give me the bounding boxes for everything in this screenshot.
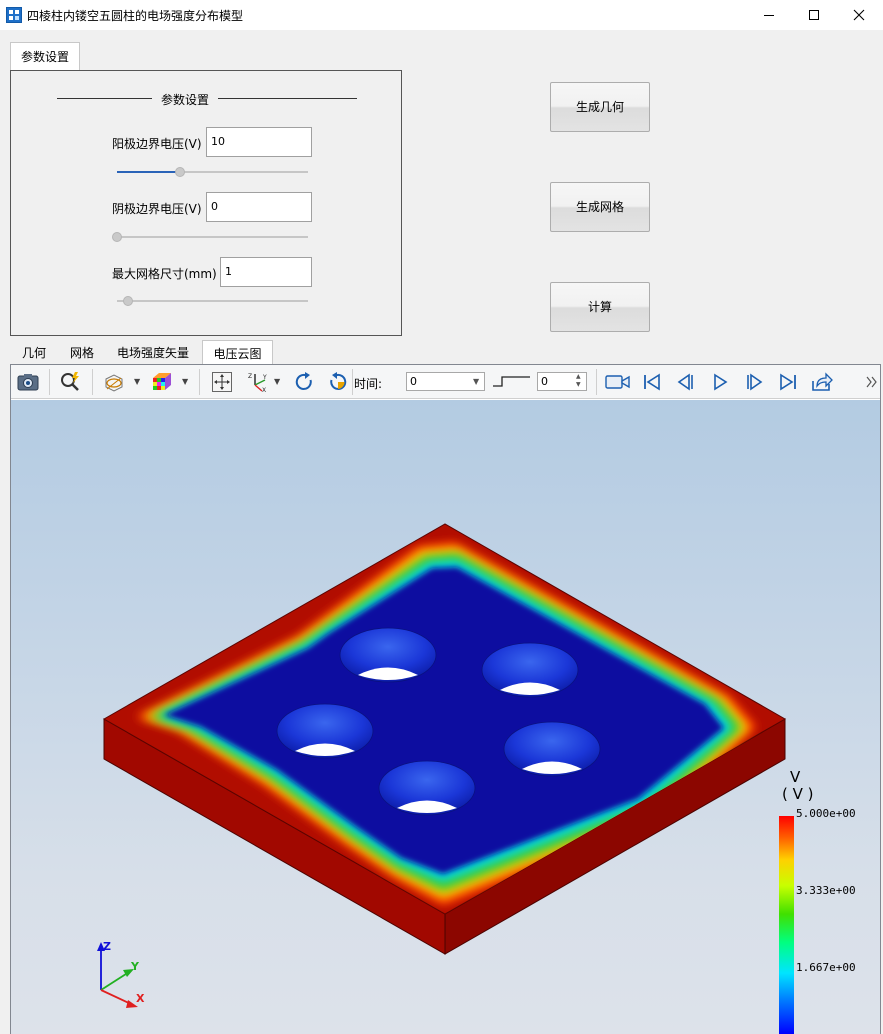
cathode-voltage-slider-thumb[interactable] xyxy=(112,232,122,242)
cathode-voltage-label: 阴极边界电压(V) xyxy=(112,202,202,216)
cathode-voltage-slider-track[interactable] xyxy=(117,236,308,238)
voltage-contour-plot: Z Y X xyxy=(97,523,794,1034)
toolbar-separator xyxy=(199,369,200,395)
axis-y-label: Y xyxy=(130,960,140,973)
maximize-button[interactable] xyxy=(791,0,837,30)
spin-up-icon[interactable]: ▲ xyxy=(576,373,581,381)
colormap-dropdown-icon[interactable]: ▼ xyxy=(182,378,190,386)
minimize-icon xyxy=(764,15,774,16)
rotate-cw-icon[interactable] xyxy=(292,370,316,394)
tab-field-vector[interactable]: 电场强度矢量 xyxy=(108,340,198,366)
time-select-arrow-icon[interactable]: ▼ xyxy=(473,377,479,386)
legend-tick-mid-high: 3.333e+00 xyxy=(796,884,856,897)
close-icon xyxy=(853,9,865,21)
axis-x-label: X xyxy=(136,992,145,1005)
legend-unit: ( V ) xyxy=(782,785,814,803)
max-mesh-size-slider-thumb[interactable] xyxy=(122,296,133,306)
tab-parameter-settings[interactable]: 参数设置 xyxy=(10,42,80,70)
play-icon[interactable] xyxy=(708,370,732,394)
close-button[interactable] xyxy=(836,0,882,30)
group-divider-right xyxy=(218,98,357,99)
export-icon[interactable] xyxy=(810,370,834,394)
display-style-dropdown-icon[interactable]: ▼ xyxy=(134,378,142,386)
maximize-icon xyxy=(809,10,819,20)
toolbar-separator xyxy=(49,369,50,395)
max-mesh-size-slider-track[interactable] xyxy=(117,300,308,302)
generate-geometry-button[interactable]: 生成几何 xyxy=(550,82,650,132)
anode-voltage-slider-thumb[interactable] xyxy=(175,167,186,177)
time-label: 时间: xyxy=(354,377,383,391)
svg-text:Y: Y xyxy=(262,374,267,381)
legend-tick-max: 5.000e+00 xyxy=(796,807,856,820)
tab-mesh[interactable]: 网格 xyxy=(60,340,104,366)
group-title: 参数设置 xyxy=(160,93,209,107)
rotate-ccw-icon[interactable] xyxy=(326,370,350,394)
anode-voltage-input[interactable]: 10 xyxy=(206,127,312,157)
tab-geometry[interactable]: 几何 xyxy=(14,340,54,366)
anode-voltage-slider-fill xyxy=(117,171,181,173)
axes-dropdown-icon[interactable]: ▼ xyxy=(274,378,282,386)
cathode-voltage-input[interactable]: 0 xyxy=(206,192,312,222)
next-frame-icon[interactable] xyxy=(742,370,766,394)
svg-text:Z: Z xyxy=(248,373,252,380)
group-divider-left xyxy=(57,98,152,99)
svg-text:X: X xyxy=(262,387,266,393)
hole xyxy=(378,760,476,816)
axes-orientation-icon[interactable]: Z YX xyxy=(246,370,270,394)
toolbar-separator xyxy=(352,369,353,395)
camera-icon[interactable] xyxy=(16,370,40,394)
toolbar-overflow-icon[interactable] xyxy=(864,374,878,390)
legend-title: V xyxy=(790,768,801,786)
max-mesh-size-label: 最大网格尺寸(mm) xyxy=(112,267,217,281)
step-icon xyxy=(492,372,532,393)
record-icon[interactable] xyxy=(605,370,631,394)
fit-view-icon[interactable] xyxy=(210,370,234,394)
axis-z-label: Z xyxy=(103,940,111,953)
hole xyxy=(481,642,579,698)
hole xyxy=(339,627,437,683)
anode-voltage-label: 阳极边界电压(V) xyxy=(112,137,202,151)
toolbar-separator xyxy=(92,369,93,395)
zoom-icon[interactable] xyxy=(58,370,82,394)
max-mesh-size-input[interactable]: 1 xyxy=(220,257,312,287)
prev-frame-icon[interactable] xyxy=(674,370,698,394)
compute-button[interactable]: 计算 xyxy=(550,282,650,332)
minimize-button[interactable] xyxy=(746,0,792,30)
last-frame-icon[interactable] xyxy=(776,370,800,394)
first-frame-icon[interactable] xyxy=(640,370,664,394)
legend-tick-mid-low: 1.667e+00 xyxy=(796,961,856,974)
hole xyxy=(276,703,374,759)
hole xyxy=(503,721,601,777)
spin-down-icon[interactable]: ▼ xyxy=(576,381,581,389)
window-title: 四棱柱内镂空五圆柱的电场强度分布模型 xyxy=(27,9,244,23)
legend-color-bar xyxy=(779,816,794,1034)
generate-mesh-button[interactable]: 生成网格 xyxy=(550,182,650,232)
toolbar-separator xyxy=(596,369,597,395)
app-icon xyxy=(6,7,22,23)
display-style-icon[interactable] xyxy=(102,370,126,394)
tab-voltage-contour[interactable]: 电压云图 xyxy=(202,340,273,366)
colormap-icon[interactable] xyxy=(150,370,174,394)
voltage-contour-viewport[interactable]: Z Y X V ( V ) 5.000e+00 3.333e+00 1.667e… xyxy=(11,400,880,1034)
